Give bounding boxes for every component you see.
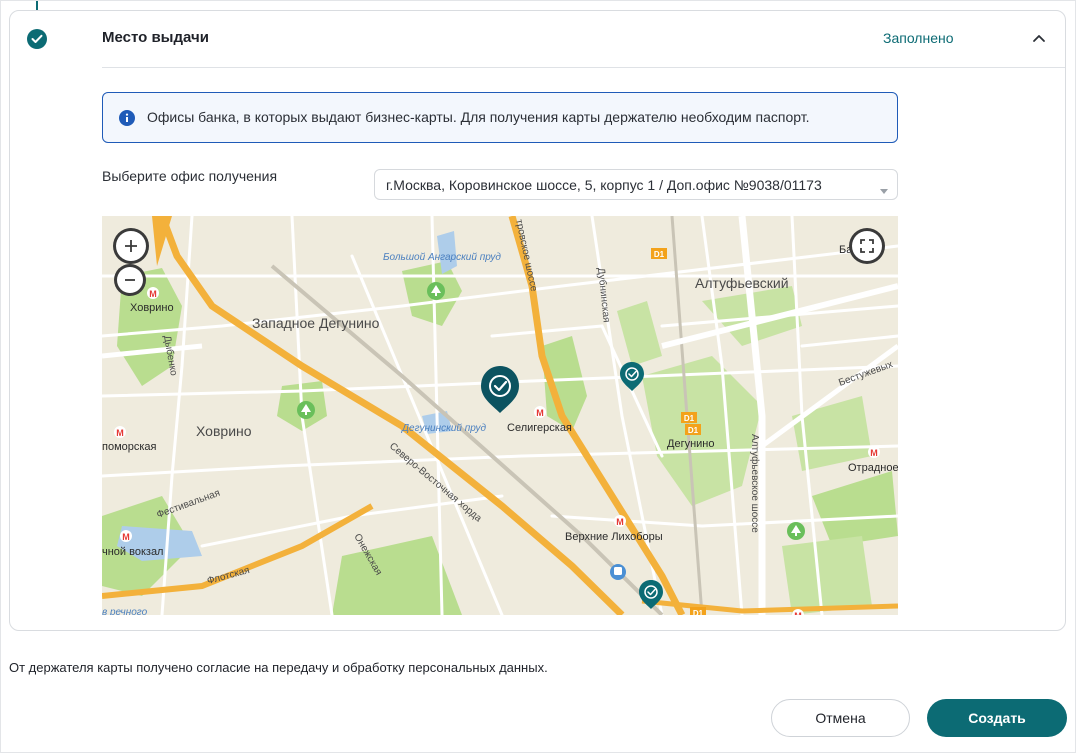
- section-title: Место выдачи: [102, 29, 209, 46]
- metro-icon: M: [868, 446, 880, 458]
- d1-badge: D1: [690, 607, 706, 615]
- step-complete-icon: [27, 29, 47, 49]
- svg-text:M: M: [616, 517, 624, 527]
- create-button[interactable]: Создать: [927, 699, 1067, 737]
- map-label-district: Алтуфьевский: [695, 275, 789, 291]
- svg-text:D1: D1: [693, 609, 704, 615]
- page: Место выдачи Заполнено Офисы банка, в ко…: [0, 0, 1076, 753]
- svg-text:D1: D1: [684, 414, 695, 423]
- d1-badge: D1: [651, 248, 667, 259]
- office-map[interactable]: M M M M M M M D1 D1 D1 D1 Западное Дегун…: [102, 216, 898, 615]
- tree-icon: [297, 401, 315, 419]
- map-label-station: Селигерская: [507, 422, 572, 434]
- metro-icon: M: [120, 530, 132, 542]
- chevron-up-icon[interactable]: [1030, 31, 1048, 47]
- map-label-station: поморская: [102, 441, 157, 453]
- metro-icon: M: [534, 406, 546, 418]
- map-label-water: в речного: [102, 607, 148, 615]
- info-icon: [119, 110, 135, 126]
- svg-text:M: M: [794, 611, 802, 615]
- svg-text:D1: D1: [688, 426, 699, 435]
- metro-icon: M: [114, 426, 126, 438]
- map-label-station: Отрадное: [848, 462, 898, 474]
- svg-text:D1: D1: [654, 250, 665, 259]
- metro-icon: M: [147, 287, 159, 299]
- zoom-out-button[interactable]: [117, 267, 143, 293]
- fullscreen-button[interactable]: [852, 231, 882, 261]
- info-text: Офисы банка, в которых выдают бизнес-кар…: [147, 109, 810, 125]
- park-area: [782, 536, 872, 615]
- caret-down-icon: [880, 182, 888, 194]
- svg-text:M: M: [149, 289, 157, 299]
- map-label-station: Дегунино: [667, 438, 715, 450]
- office-label: Выберите офис получения: [102, 168, 278, 184]
- section-divider: [102, 67, 1065, 68]
- svg-text:M: M: [116, 428, 124, 438]
- bus-stop-icon: [610, 564, 626, 580]
- office-select-value: г.Москва, Коровинское шоссе, 5, корпус 1…: [386, 177, 822, 193]
- map-label-district: Ховрино: [196, 423, 252, 439]
- cancel-button[interactable]: Отмена: [771, 699, 910, 737]
- tree-icon: [427, 282, 445, 300]
- svg-text:M: M: [536, 408, 544, 418]
- section-status: Заполнено: [883, 30, 954, 46]
- d1-badge: D1: [685, 424, 701, 435]
- map-label-station: Верхние Лихоборы: [565, 531, 663, 543]
- map-label-station: Ховрино: [130, 302, 174, 314]
- svg-text:M: M: [122, 532, 130, 542]
- map-label-street: Алтуфьевское шоссе: [749, 434, 761, 533]
- minus-icon: [125, 279, 135, 281]
- map-label-district: Западное Дегунино: [252, 315, 380, 331]
- consent-text: От держателя карты получено согласие на …: [9, 660, 548, 675]
- zoom-in-button[interactable]: [116, 231, 146, 261]
- d1-badge: D1: [681, 412, 697, 423]
- plus-icon: [125, 240, 137, 252]
- info-banner: Офисы банка, в которых выдают бизнес-кар…: [102, 92, 898, 143]
- tree-icon: [787, 522, 805, 540]
- svg-text:M: M: [870, 448, 878, 458]
- map-label-station: чной вокзал: [102, 546, 163, 558]
- office-select[interactable]: г.Москва, Коровинское шоссе, 5, корпус 1…: [374, 169, 898, 200]
- map-label-water: Дегунинский пруд: [401, 423, 486, 434]
- metro-icon: M: [614, 515, 626, 527]
- map-canvas[interactable]: M M M M M M M D1 D1 D1 D1 Западное Дегун…: [102, 216, 898, 615]
- map-label-water: Большой Ангарский пруд: [383, 252, 501, 263]
- fullscreen-icon: [860, 239, 874, 253]
